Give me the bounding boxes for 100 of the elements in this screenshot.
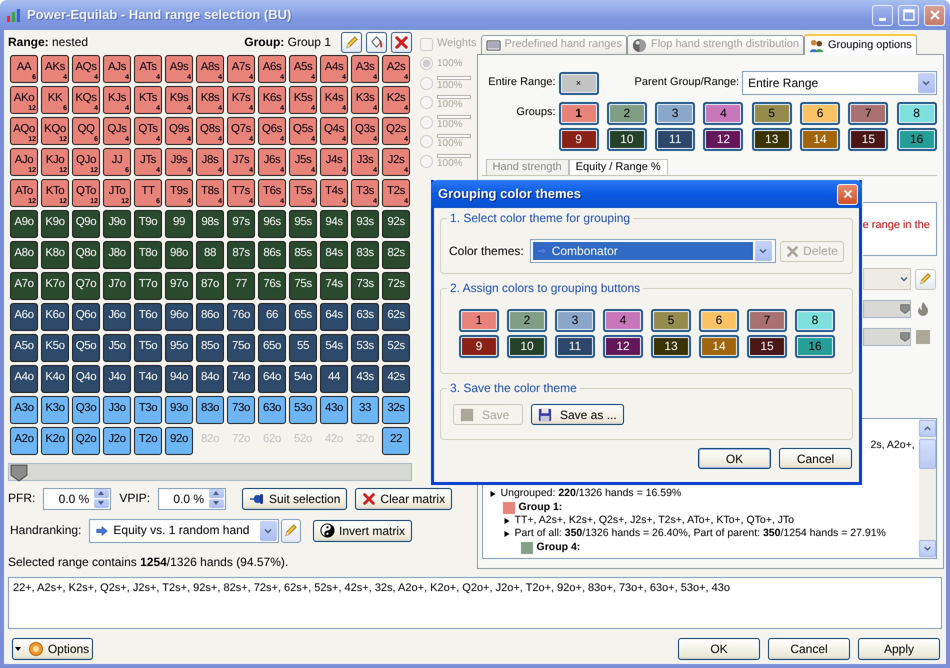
hand-cell[interactable]: 74o	[227, 365, 255, 393]
hand-cell[interactable]: K6o	[41, 303, 69, 331]
hand-cell[interactable]: 52s	[382, 334, 410, 362]
hand-cell[interactable]: 85s	[289, 241, 317, 269]
hand-cell[interactable]: A2o	[10, 427, 38, 455]
hand-cell[interactable]: Q4o	[72, 365, 100, 393]
group-button[interactable]: 10	[606, 128, 647, 151]
dropdown-button[interactable]	[754, 241, 772, 261]
hand-cell[interactable]: T6o	[134, 303, 162, 331]
color-button[interactable]: 8	[795, 309, 835, 332]
range-slider[interactable]	[8, 463, 412, 481]
hand-cell[interactable]: 82s	[382, 241, 410, 269]
color-button[interactable]: 2	[507, 309, 547, 332]
hand-cell[interactable]: K7o	[41, 272, 69, 300]
options-button[interactable]: Options	[12, 638, 93, 660]
group-button[interactable]: 13	[752, 128, 792, 151]
color-button[interactable]: 14	[699, 335, 739, 358]
tab[interactable]: Grouping options	[804, 34, 917, 55]
hand-cell[interactable]: 95s	[289, 210, 317, 238]
hand-cell[interactable]: 22	[382, 427, 410, 455]
hand-cell[interactable]: 88	[196, 241, 224, 269]
hand-cell[interactable]: 83s	[351, 241, 379, 269]
hand-cell[interactable]: 62s	[382, 303, 410, 331]
hand-cell[interactable]: 75o	[227, 334, 255, 362]
hand-cell[interactable]: K2o	[41, 427, 69, 455]
ok-button[interactable]: OK	[678, 638, 760, 660]
color-button[interactable]: 10	[507, 335, 547, 358]
paint-button[interactable]	[366, 32, 387, 53]
color-button[interactable]: 3	[555, 309, 595, 332]
subtab[interactable]: Equity / Range %	[568, 159, 668, 176]
scroll-up-button[interactable]	[918, 420, 936, 438]
hand-cell[interactable]: 64s	[320, 303, 348, 331]
clear-matrix-button[interactable]: Clear matrix	[355, 488, 452, 510]
hand-cell[interactable]: 63o	[258, 396, 286, 424]
hand-cell[interactable]: Q3o	[72, 396, 100, 424]
hand-cell[interactable]: J4o	[103, 365, 131, 393]
save-as-button[interactable]: Save as ...	[531, 404, 624, 425]
hand-cell[interactable]: 98o	[165, 241, 193, 269]
delete-button[interactable]	[391, 32, 412, 53]
invert-matrix-button[interactable]: Invert matrix	[312, 520, 412, 542]
edit-button[interactable]	[341, 32, 362, 53]
hand-cell[interactable]: T5o	[134, 334, 162, 362]
hand-cell[interactable]: 98s	[196, 210, 224, 238]
hand-cell[interactable]: T2o	[134, 427, 162, 455]
slider-track[interactable]	[862, 300, 911, 318]
hand-cell[interactable]: 83o	[196, 396, 224, 424]
group-button[interactable]: 3	[655, 102, 696, 125]
group-button[interactable]: 8	[896, 102, 937, 125]
scroll-thumb[interactable]	[918, 439, 936, 470]
minimize-button[interactable]	[872, 4, 893, 26]
group-button[interactable]: 4	[703, 102, 744, 125]
range-text-field[interactable]: 22+, A2s+, K2s+, Q2s+, J2s+, T2s+, 92s+, 82s+, 72s+, 62s+, 52s+, 42s+, 32s, A2o+, K2o+, Q2o+, J2o+, T2o+, 92o+, 83o+, 73o+, 63o+, 53o+, 43o	[8, 577, 942, 629]
suit-selection-button[interactable]: Suit selection	[242, 488, 348, 510]
hand-cell[interactable]: A9o	[10, 210, 38, 238]
hand-cell[interactable]: 92s	[382, 210, 410, 238]
hand-cell[interactable]: T8o	[134, 241, 162, 269]
scroll-down-button[interactable]	[918, 540, 936, 558]
parent-group-dropdown[interactable]: Entire Range	[742, 71, 937, 95]
hand-cell[interactable]: 96s	[258, 210, 286, 238]
group-button[interactable]: 11	[655, 128, 696, 151]
hand-cell[interactable]: Q6o	[72, 303, 100, 331]
hand-cell[interactable]: 94s	[320, 210, 348, 238]
group-button[interactable]: 7	[848, 102, 888, 125]
color-button[interactable]: 5	[651, 309, 691, 332]
color-theme-dropdown[interactable]: Combonator	[530, 239, 776, 263]
hand-cell[interactable]: 76s	[258, 272, 286, 300]
hand-cell[interactable]: 95o	[165, 334, 193, 362]
hand-cell[interactable]: 53s	[351, 334, 379, 362]
hand-cell[interactable]: 55	[289, 334, 317, 362]
hand-cell[interactable]: 97o	[165, 272, 193, 300]
hand-cell[interactable]: 65s	[289, 303, 317, 331]
dropdown-button[interactable]	[260, 520, 277, 541]
hand-cell[interactable]: 99	[165, 210, 193, 238]
hand-cell[interactable]: 65o	[258, 334, 286, 362]
hand-cell[interactable]: 43o	[320, 396, 348, 424]
hand-cell[interactable]: 53o	[289, 396, 317, 424]
hand-cell[interactable]: T3o	[134, 396, 162, 424]
hand-cell[interactable]: 73s	[351, 272, 379, 300]
hand-cell[interactable]: Q2o	[72, 427, 100, 455]
hand-cell[interactable]: K4o	[41, 365, 69, 393]
hand-cell[interactable]: K3o	[41, 396, 69, 424]
hand-cell[interactable]: 32s	[382, 396, 410, 424]
group-button[interactable]: 14	[800, 128, 840, 151]
hand-cell[interactable]: 84s	[320, 241, 348, 269]
color-button[interactable]: 11	[555, 335, 595, 358]
hand-cell[interactable]: 92o	[165, 427, 193, 455]
hand-cell[interactable]: 96o	[165, 303, 193, 331]
group-button[interactable]: 15	[848, 128, 888, 151]
group-button[interactable]: 16	[896, 128, 937, 151]
hand-cell[interactable]: J2o	[103, 427, 131, 455]
hand-cell[interactable]: 64o	[258, 365, 286, 393]
group-button[interactable]: 5	[752, 102, 792, 125]
hand-cell[interactable]: 94o	[165, 365, 193, 393]
hand-cell[interactable]: 86o	[196, 303, 224, 331]
hand-cell[interactable]: A8o	[10, 241, 38, 269]
hand-cell[interactable]: 87s	[227, 241, 255, 269]
hand-cell[interactable]: 63s	[351, 303, 379, 331]
hand-cell[interactable]: 86s	[258, 241, 286, 269]
hand-cell[interactable]: A3o	[10, 396, 38, 424]
hand-cell[interactable]: 75s	[289, 272, 317, 300]
